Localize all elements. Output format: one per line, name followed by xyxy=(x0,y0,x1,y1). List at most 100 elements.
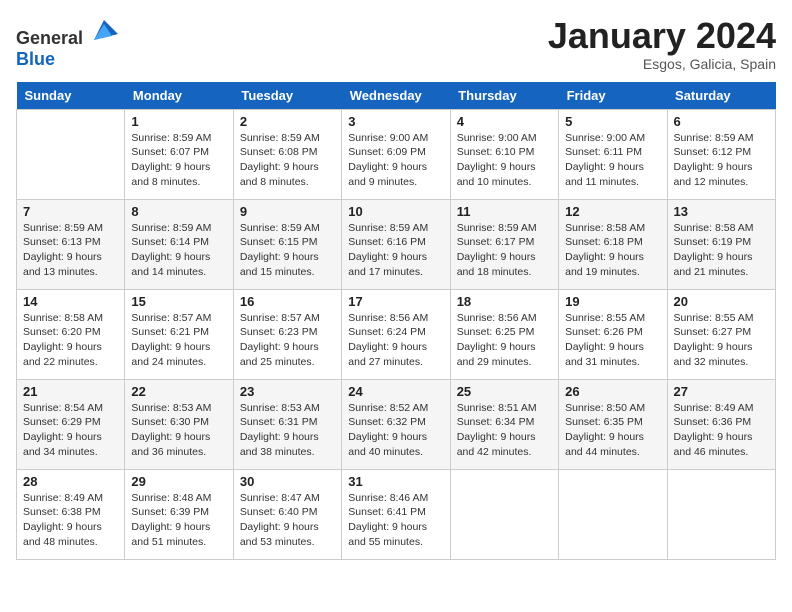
calendar-cell: 12 Sunrise: 8:58 AMSunset: 6:18 PMDayligh… xyxy=(559,199,667,289)
title-area: January 2024 Esgos, Galicia, Spain xyxy=(548,16,776,72)
calendar-week-row: 14 Sunrise: 8:58 AMSunset: 6:20 PMDayligh… xyxy=(17,289,776,379)
calendar-cell: 18Sunrise: 8:56 AMSunset: 6:25 PMDayligh… xyxy=(450,289,558,379)
cell-info: Sunrise: 8:50 AMSunset: 6:35 PMDaylight:… xyxy=(565,401,660,460)
calendar-cell: 21 Sunrise: 8:54 AMSunset: 6:29 PMDayligh… xyxy=(17,379,125,469)
page-header: General Blue January 2024 Esgos, Galicia… xyxy=(16,16,776,72)
day-number: 2 xyxy=(240,114,335,129)
day-number: 3 xyxy=(348,114,443,129)
calendar-cell: 19Sunrise: 8:55 AMSunset: 6:26 PMDayligh… xyxy=(559,289,667,379)
day-number: 4 xyxy=(457,114,552,129)
calendar-cell: 17 Sunrise: 8:56 AMSunset: 6:24 PMDayligh… xyxy=(342,289,450,379)
calendar-cell: 23 Sunrise: 8:53 AMSunset: 6:31 PMDayligh… xyxy=(233,379,341,469)
day-number: 9 xyxy=(240,204,335,219)
day-number: 10 xyxy=(348,204,443,219)
cell-info: Sunrise: 8:57 AMSunset: 6:23 PMDaylight:… xyxy=(240,311,335,370)
logo-general: General xyxy=(16,28,83,48)
cell-info: Sunrise: 8:53 AMSunset: 6:31 PMDaylight:… xyxy=(240,401,335,460)
calendar-cell: 8Sunrise: 8:59 AMSunset: 6:14 PMDaylight… xyxy=(125,199,233,289)
day-number: 11 xyxy=(457,204,552,219)
day-number: 26 xyxy=(565,384,660,399)
cell-info: Sunrise: 9:00 AMSunset: 6:09 PMDaylight:… xyxy=(348,131,443,190)
calendar-cell: 31 Sunrise: 8:46 AMSunset: 6:41 PMDayligh… xyxy=(342,469,450,559)
calendar-week-row: 7Sunrise: 8:59 AMSunset: 6:13 PMDaylight… xyxy=(17,199,776,289)
cell-info: Sunrise: 8:59 AMSunset: 6:12 PMDaylight:… xyxy=(674,131,769,190)
logo-blue: Blue xyxy=(16,49,55,69)
day-number: 18 xyxy=(457,294,552,309)
cell-info: Sunrise: 8:58 AMSunset: 6:18 PMDaylight:… xyxy=(565,221,660,280)
cell-info: Sunrise: 8:49 AMSunset: 6:36 PMDaylight:… xyxy=(674,401,769,460)
logo: General Blue xyxy=(16,16,118,70)
cell-info: Sunrise: 8:58 AMSunset: 6:19 PMDaylight:… xyxy=(674,221,769,280)
day-number: 7 xyxy=(23,204,118,219)
day-number: 31 xyxy=(348,474,443,489)
cell-info: Sunrise: 8:59 AMSunset: 6:07 PMDaylight:… xyxy=(131,131,226,190)
month-title: January 2024 xyxy=(548,16,776,56)
calendar-week-row: 28 Sunrise: 8:49 AMSunset: 6:38 PMDayligh… xyxy=(17,469,776,559)
day-number: 15 xyxy=(131,294,226,309)
calendar-cell: 6 Sunrise: 8:59 AMSunset: 6:12 PMDaylight… xyxy=(667,109,775,199)
cell-info: Sunrise: 8:59 AMSunset: 6:17 PMDaylight:… xyxy=(457,221,552,280)
calendar-week-row: 1 Sunrise: 8:59 AMSunset: 6:07 PMDaylight… xyxy=(17,109,776,199)
day-number: 24 xyxy=(348,384,443,399)
cell-info: Sunrise: 8:48 AMSunset: 6:39 PMDaylight:… xyxy=(131,491,226,550)
day-number: 8 xyxy=(131,204,226,219)
cell-info: Sunrise: 8:54 AMSunset: 6:29 PMDaylight:… xyxy=(23,401,118,460)
weekday-header-sunday: Sunday xyxy=(17,82,125,110)
calendar-cell: 1 Sunrise: 8:59 AMSunset: 6:07 PMDaylight… xyxy=(125,109,233,199)
calendar-cell: 27 Sunrise: 8:49 AMSunset: 6:36 PMDayligh… xyxy=(667,379,775,469)
day-number: 16 xyxy=(240,294,335,309)
day-number: 21 xyxy=(23,384,118,399)
calendar-cell: 26 Sunrise: 8:50 AMSunset: 6:35 PMDayligh… xyxy=(559,379,667,469)
day-number: 1 xyxy=(131,114,226,129)
calendar-cell: 7Sunrise: 8:59 AMSunset: 6:13 PMDaylight… xyxy=(17,199,125,289)
calendar-cell: 11 Sunrise: 8:59 AMSunset: 6:17 PMDayligh… xyxy=(450,199,558,289)
cell-info: Sunrise: 9:00 AMSunset: 6:11 PMDaylight:… xyxy=(565,131,660,190)
cell-info: Sunrise: 8:49 AMSunset: 6:38 PMDaylight:… xyxy=(23,491,118,550)
calendar-cell: 2 Sunrise: 8:59 AMSunset: 6:08 PMDaylight… xyxy=(233,109,341,199)
day-number: 28 xyxy=(23,474,118,489)
calendar-cell: 15 Sunrise: 8:57 AMSunset: 6:21 PMDayligh… xyxy=(125,289,233,379)
day-number: 22 xyxy=(131,384,226,399)
day-number: 14 xyxy=(23,294,118,309)
cell-info: Sunrise: 8:56 AMSunset: 6:24 PMDaylight:… xyxy=(348,311,443,370)
day-number: 5 xyxy=(565,114,660,129)
calendar-cell xyxy=(450,469,558,559)
weekday-header-friday: Friday xyxy=(559,82,667,110)
weekday-header-thursday: Thursday xyxy=(450,82,558,110)
calendar-cell: 28 Sunrise: 8:49 AMSunset: 6:38 PMDayligh… xyxy=(17,469,125,559)
weekday-header-wednesday: Wednesday xyxy=(342,82,450,110)
cell-info: Sunrise: 8:47 AMSunset: 6:40 PMDaylight:… xyxy=(240,491,335,550)
day-number: 20 xyxy=(674,294,769,309)
logo-icon xyxy=(90,16,118,44)
calendar-cell: 5 Sunrise: 9:00 AMSunset: 6:11 PMDaylight… xyxy=(559,109,667,199)
calendar-cell: 25 Sunrise: 8:51 AMSunset: 6:34 PMDayligh… xyxy=(450,379,558,469)
calendar-cell: 24 Sunrise: 8:52 AMSunset: 6:32 PMDayligh… xyxy=(342,379,450,469)
cell-info: Sunrise: 8:59 AMSunset: 6:08 PMDaylight:… xyxy=(240,131,335,190)
calendar-cell: 14 Sunrise: 8:58 AMSunset: 6:20 PMDayligh… xyxy=(17,289,125,379)
weekday-header-monday: Monday xyxy=(125,82,233,110)
calendar-cell xyxy=(667,469,775,559)
day-number: 17 xyxy=(348,294,443,309)
day-number: 12 xyxy=(565,204,660,219)
cell-info: Sunrise: 8:51 AMSunset: 6:34 PMDaylight:… xyxy=(457,401,552,460)
calendar-cell: 22 Sunrise: 8:53 AMSunset: 6:30 PMDayligh… xyxy=(125,379,233,469)
cell-info: Sunrise: 8:59 AMSunset: 6:15 PMDaylight:… xyxy=(240,221,335,280)
day-number: 25 xyxy=(457,384,552,399)
calendar-cell xyxy=(559,469,667,559)
day-number: 30 xyxy=(240,474,335,489)
cell-info: Sunrise: 8:53 AMSunset: 6:30 PMDaylight:… xyxy=(131,401,226,460)
cell-info: Sunrise: 8:58 AMSunset: 6:20 PMDaylight:… xyxy=(23,311,118,370)
calendar-cell: 13Sunrise: 8:58 AMSunset: 6:19 PMDayligh… xyxy=(667,199,775,289)
cell-info: Sunrise: 8:57 AMSunset: 6:21 PMDaylight:… xyxy=(131,311,226,370)
day-number: 27 xyxy=(674,384,769,399)
weekday-header-saturday: Saturday xyxy=(667,82,775,110)
calendar-cell: 9 Sunrise: 8:59 AMSunset: 6:15 PMDaylight… xyxy=(233,199,341,289)
day-number: 6 xyxy=(674,114,769,129)
cell-info: Sunrise: 8:46 AMSunset: 6:41 PMDaylight:… xyxy=(348,491,443,550)
weekday-header-row: SundayMondayTuesdayWednesdayThursdayFrid… xyxy=(17,82,776,110)
day-number: 23 xyxy=(240,384,335,399)
cell-info: Sunrise: 8:52 AMSunset: 6:32 PMDaylight:… xyxy=(348,401,443,460)
calendar-cell xyxy=(17,109,125,199)
day-number: 19 xyxy=(565,294,660,309)
calendar-cell: 3 Sunrise: 9:00 AMSunset: 6:09 PMDaylight… xyxy=(342,109,450,199)
